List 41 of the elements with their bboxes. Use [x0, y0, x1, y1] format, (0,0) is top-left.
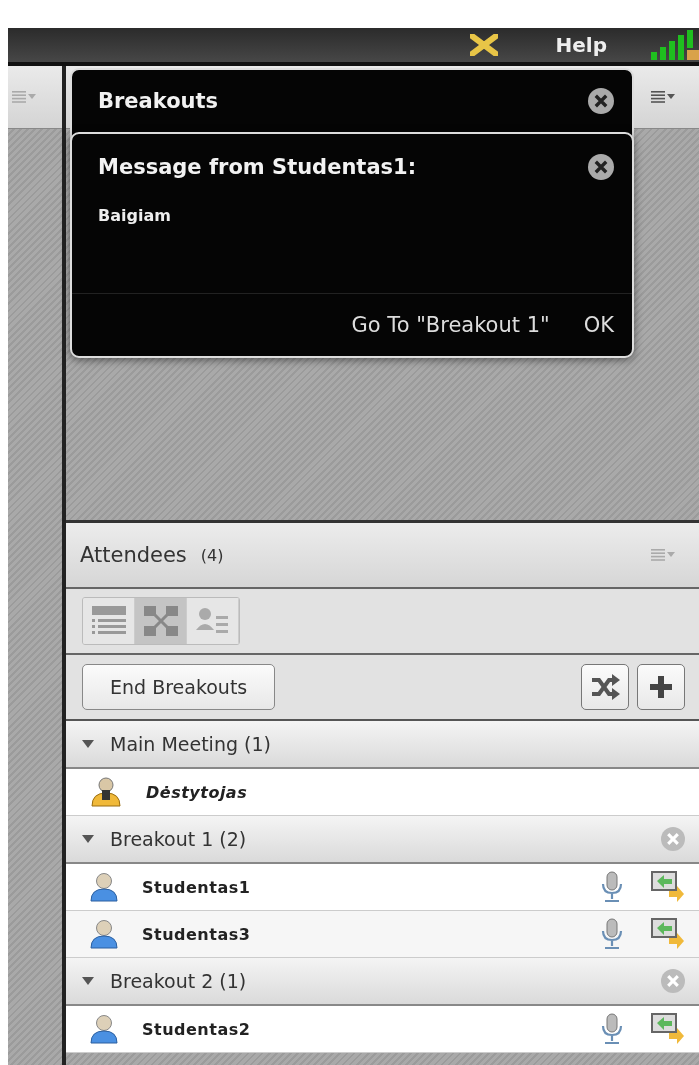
- person-list-icon: [195, 606, 230, 636]
- add-button[interactable]: [637, 664, 685, 710]
- screen-arrow-icon[interactable]: [651, 918, 685, 950]
- menu-icon[interactable]: [651, 91, 675, 103]
- attendee-count: (4): [200, 545, 224, 565]
- breakout-view-icon: [143, 606, 178, 636]
- group-name[interactable]: Breakout 2 (1): [110, 970, 247, 992]
- dialog-title: Breakouts: [98, 89, 219, 113]
- plus-icon: [648, 674, 674, 700]
- microphone-icon[interactable]: [601, 918, 623, 950]
- attendee-name[interactable]: Studentas1: [142, 877, 251, 897]
- microphone-icon[interactable]: [601, 1013, 623, 1045]
- group-name[interactable]: Breakout 1 (2): [110, 828, 247, 850]
- collapse-triangle-icon[interactable]: [82, 975, 94, 987]
- attendee-name[interactable]: Studentas2: [142, 1019, 251, 1039]
- close-icon[interactable]: [588, 154, 614, 180]
- host-person-icon: [90, 776, 122, 808]
- shuffle-button[interactable]: [581, 664, 629, 710]
- screen-arrow-icon[interactable]: [651, 871, 685, 903]
- collapse-triangle-icon[interactable]: [82, 738, 94, 750]
- help-menu[interactable]: Help: [555, 33, 607, 57]
- dialog-button[interactable]: OK: [583, 313, 614, 337]
- person-icon: [90, 919, 118, 949]
- dialog-title: Message from Studentas1:: [98, 155, 417, 179]
- screen-arrow-icon[interactable]: [651, 1013, 685, 1045]
- shuffle-icon: [590, 674, 620, 700]
- signal-icon: [651, 30, 699, 60]
- dialog-button[interactable]: Go To "Breakout 1": [351, 313, 550, 337]
- pod-title: Attendees: [80, 543, 187, 567]
- end-breakouts-button[interactable]: End Breakouts: [82, 664, 276, 710]
- microphone-icon[interactable]: [601, 871, 623, 903]
- group-name[interactable]: Main Meeting (1): [110, 733, 271, 755]
- person-icon: [90, 1014, 118, 1044]
- message-text: Baigiam: [97, 205, 172, 227]
- attendee-name[interactable]: Dėstytojas: [146, 782, 248, 802]
- list-view-icon: [91, 606, 126, 636]
- attendee-name[interactable]: Studentas3: [142, 924, 251, 944]
- collapse-triangle-icon[interactable]: [82, 833, 94, 845]
- person-icon: [90, 872, 118, 902]
- cross-arrows-icon[interactable]: [469, 34, 498, 56]
- close-icon[interactable]: [588, 88, 614, 114]
